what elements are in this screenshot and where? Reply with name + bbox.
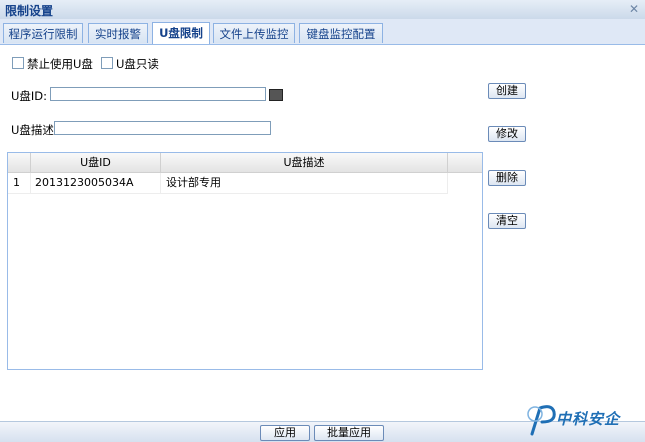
apply-button[interactable]: 应用 <box>260 425 310 441</box>
clear-button[interactable]: 清空 <box>488 213 526 229</box>
usb-table: U盘ID U盘描述 1 2013123005034A 设计部专用 <box>7 152 483 370</box>
tab-keyboard-monitor-config[interactable]: 键盘监控配置 <box>299 23 383 43</box>
row-usb-desc: 设计部专用 <box>161 173 448 193</box>
column-header-usb-desc[interactable]: U盘描述 <box>161 153 448 172</box>
batch-apply-button[interactable]: 批量应用 <box>314 425 384 441</box>
usb-id-label: U盘ID: <box>11 89 48 103</box>
brand-logo: 中科安企 <box>526 400 644 438</box>
title-bar: 限制设置 ✕ <box>0 0 645 20</box>
table-row[interactable]: 1 2013123005034A 设计部专用 <box>8 173 448 194</box>
tab-usb-limit[interactable]: U盘限制 <box>152 22 210 44</box>
close-icon[interactable]: ✕ <box>627 2 641 16</box>
usb-id-input[interactable] <box>50 87 266 101</box>
table-header: U盘ID U盘描述 <box>8 153 482 173</box>
tab-file-upload-monitor[interactable]: 文件上传监控 <box>213 23 295 43</box>
forbid-usb-checkbox[interactable] <box>12 57 24 69</box>
modify-button[interactable]: 修改 <box>488 126 526 142</box>
tab-realtime-alarm[interactable]: 实时报警 <box>88 23 148 43</box>
brand-name: 中科安企 <box>556 410 621 428</box>
column-header-num <box>8 153 31 172</box>
delete-button[interactable]: 删除 <box>488 170 526 186</box>
usb-desc-input[interactable] <box>54 121 271 135</box>
readonly-usb-label: U盘只读 <box>116 57 159 71</box>
keyboard-icon[interactable] <box>269 89 283 101</box>
create-button[interactable]: 创建 <box>488 83 526 99</box>
readonly-usb-checkbox[interactable] <box>101 57 113 69</box>
tab-program-limit[interactable]: 程序运行限制 <box>3 23 83 43</box>
row-usb-id: 2013123005034A <box>31 173 161 193</box>
tab-strip: 程序运行限制 实时报警 U盘限制 文件上传监控 键盘监控配置 <box>0 19 645 45</box>
column-header-usb-id[interactable]: U盘ID <box>31 153 161 172</box>
window-title: 限制设置 <box>5 4 54 18</box>
row-number: 1 <box>8 173 31 193</box>
usb-desc-label: U盘描述: <box>11 123 58 137</box>
forbid-usb-label: 禁止使用U盘 <box>27 57 93 71</box>
usb-limit-panel: 禁止使用U盘 U盘只读 U盘ID: U盘描述: 创建 修改 删除 清空 U盘ID… <box>0 45 645 421</box>
